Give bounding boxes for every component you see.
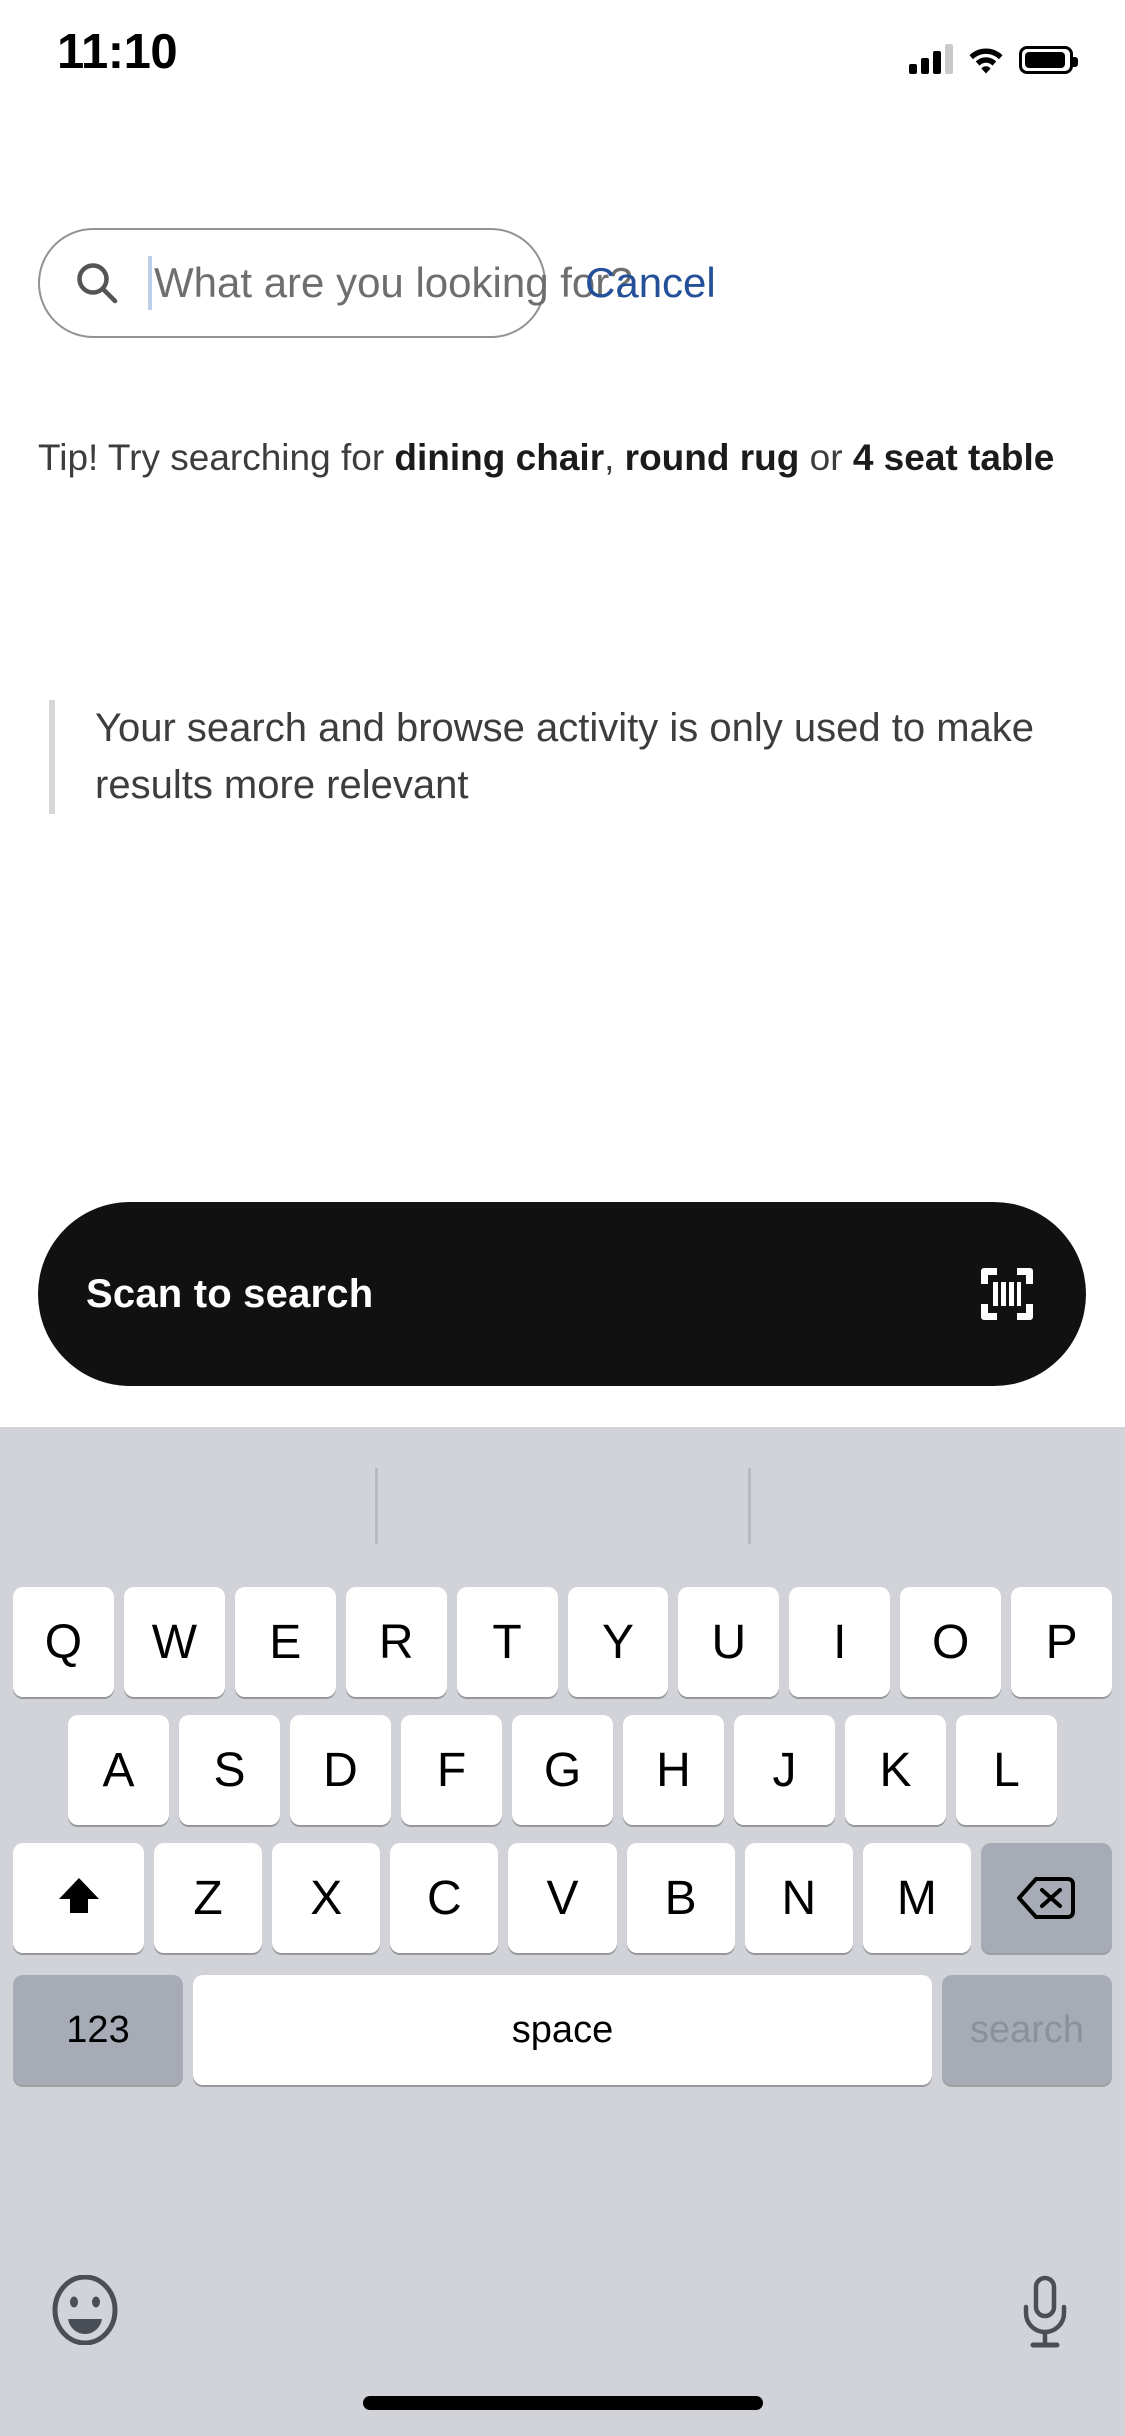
key-a[interactable]: A <box>68 1715 169 1825</box>
tip-term-3[interactable]: 4 seat table <box>853 437 1055 478</box>
keyboard-row-2: A S D F G H J K L <box>0 1715 1125 1825</box>
search-placeholder: What are you looking for? <box>154 259 633 306</box>
wifi-icon <box>967 44 1005 74</box>
shift-key[interactable] <box>13 1843 144 1953</box>
keyboard-row-1: Q W E R T Y U I O P <box>0 1587 1125 1697</box>
key-v[interactable]: V <box>508 1843 617 1953</box>
cellular-bars-icon <box>909 44 953 74</box>
key-d[interactable]: D <box>290 1715 391 1825</box>
key-w[interactable]: W <box>123 1587 225 1697</box>
status-bar-clock: 11:10 <box>57 25 178 79</box>
text-cursor <box>148 256 152 310</box>
key-b[interactable]: B <box>626 1843 735 1953</box>
status-bar: 11:10 <box>0 0 1125 110</box>
predictive-text-bar[interactable] <box>0 1427 1125 1547</box>
emoji-key[interactable] <box>50 2274 120 2348</box>
key-g[interactable]: G <box>512 1715 613 1825</box>
predictive-divider-1 <box>375 1468 378 1544</box>
key-t[interactable]: T <box>456 1587 558 1697</box>
key-y[interactable]: Y <box>567 1587 669 1697</box>
key-p[interactable]: P <box>1011 1587 1113 1697</box>
privacy-notice-text: Your search and browse activity is only … <box>95 706 1035 807</box>
backspace-key[interactable] <box>980 1843 1112 1953</box>
space-key[interactable]: space <box>193 1975 932 2085</box>
shift-arrow-icon <box>53 1872 105 1924</box>
keyboard-row-4: 123 space search <box>0 1975 1125 2085</box>
predictive-divider-2 <box>748 1468 751 1544</box>
key-x[interactable]: X <box>272 1843 381 1953</box>
dictation-key[interactable] <box>1015 2275 1075 2351</box>
keyboard-bottom-bar <box>0 2274 1125 2375</box>
key-s[interactable]: S <box>179 1715 280 1825</box>
search-bar: What are you looking for? Cancel <box>0 228 1125 338</box>
battery-icon <box>1019 46 1078 74</box>
on-screen-keyboard: Q W E R T Y U I O P A S D F G H J K L Z … <box>0 1427 1125 2436</box>
backspace-icon <box>1017 1876 1076 1920</box>
key-n[interactable]: N <box>744 1843 853 1953</box>
microphone-icon <box>1015 2275 1075 2354</box>
search-icon <box>74 260 120 306</box>
search-return-key[interactable]: search <box>942 1975 1112 2085</box>
key-r[interactable]: R <box>345 1587 447 1697</box>
key-f[interactable]: F <box>401 1715 502 1825</box>
cancel-button[interactable]: Cancel <box>585 228 716 338</box>
key-k[interactable]: K <box>845 1715 946 1825</box>
home-indicator[interactable] <box>362 2396 763 2410</box>
key-i[interactable]: I <box>789 1587 891 1697</box>
app-screen: 11:10 What are you looking for? Cancel T… <box>0 0 1125 2436</box>
privacy-notice: Your search and browse activity is only … <box>49 700 1049 814</box>
key-q[interactable]: Q <box>13 1587 114 1697</box>
tip-term-2[interactable]: round rug <box>625 437 800 478</box>
key-o[interactable]: O <box>900 1587 1002 1697</box>
key-c[interactable]: C <box>390 1843 499 1953</box>
key-l[interactable]: L <box>956 1715 1057 1825</box>
key-u[interactable]: U <box>678 1587 780 1697</box>
tip-prefix: Tip! Try searching for <box>38 437 395 478</box>
key-m[interactable]: M <box>862 1843 971 1953</box>
scan-to-search-label: Scan to search <box>86 1271 374 1316</box>
barcode-scan-icon <box>978 1265 1036 1323</box>
emoji-smiley-icon <box>50 2274 120 2348</box>
tip-term-1[interactable]: dining chair <box>394 437 604 478</box>
scan-to-search-button[interactable]: Scan to search <box>38 1202 1086 1386</box>
keyboard-row-3: Z X C V B N M <box>0 1843 1125 1953</box>
tip-separator-2: or <box>799 437 853 478</box>
numbers-key[interactable]: 123 <box>13 1975 183 2085</box>
search-tip: Tip! Try searching for dining chair, rou… <box>38 432 1058 484</box>
tip-separator-1: , <box>604 437 625 478</box>
key-h[interactable]: H <box>623 1715 724 1825</box>
key-z[interactable]: Z <box>154 1843 263 1953</box>
search-input[interactable]: What are you looking for? <box>38 228 633 338</box>
key-j[interactable]: J <box>734 1715 835 1825</box>
key-e[interactable]: E <box>234 1587 336 1697</box>
status-bar-indicators <box>909 34 1078 74</box>
